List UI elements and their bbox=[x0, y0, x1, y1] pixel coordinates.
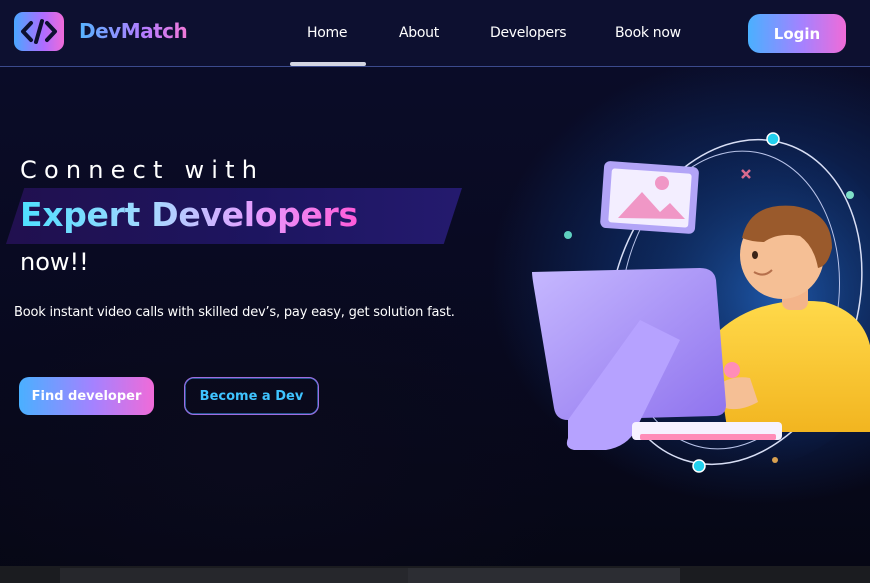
login-button[interactable]: Login bbox=[748, 14, 846, 53]
floating-dot bbox=[846, 191, 854, 199]
code-brackets-icon[interactable] bbox=[14, 12, 64, 51]
top-navbar: DevMatch Home About Developers Book now … bbox=[0, 0, 870, 67]
preview-panel bbox=[60, 568, 408, 583]
nav-about[interactable]: About bbox=[399, 25, 439, 41]
preview-panel bbox=[408, 568, 680, 583]
orbit-dot-top bbox=[766, 132, 780, 146]
nav-home[interactable]: Home bbox=[307, 25, 347, 41]
nav-developers[interactable]: Developers bbox=[490, 25, 567, 41]
orbit-dot-bottom bbox=[692, 459, 706, 473]
hero-heading-line1: Connect with bbox=[20, 156, 265, 184]
hero-heading-line3: now!! bbox=[20, 248, 89, 276]
floating-dot bbox=[772, 457, 778, 463]
nav-book-now[interactable]: Book now bbox=[615, 25, 681, 41]
become-a-dev-button[interactable]: Become a Dev bbox=[184, 377, 319, 415]
bottom-preview-strip bbox=[0, 566, 870, 583]
image-card-icon bbox=[600, 161, 699, 234]
developer-at-computer-illustration bbox=[532, 130, 870, 473]
landing-page: DevMatch Home About Developers Book now … bbox=[0, 0, 870, 583]
floating-dot bbox=[564, 231, 572, 239]
brand-name[interactable]: DevMatch bbox=[79, 19, 188, 43]
hero-heading-highlight: Expert Developers bbox=[20, 195, 358, 234]
find-developer-button[interactable]: Find developer bbox=[19, 377, 154, 415]
nav-active-indicator bbox=[290, 62, 366, 66]
hero-subtitle: Book instant video calls with skilled de… bbox=[14, 305, 455, 320]
